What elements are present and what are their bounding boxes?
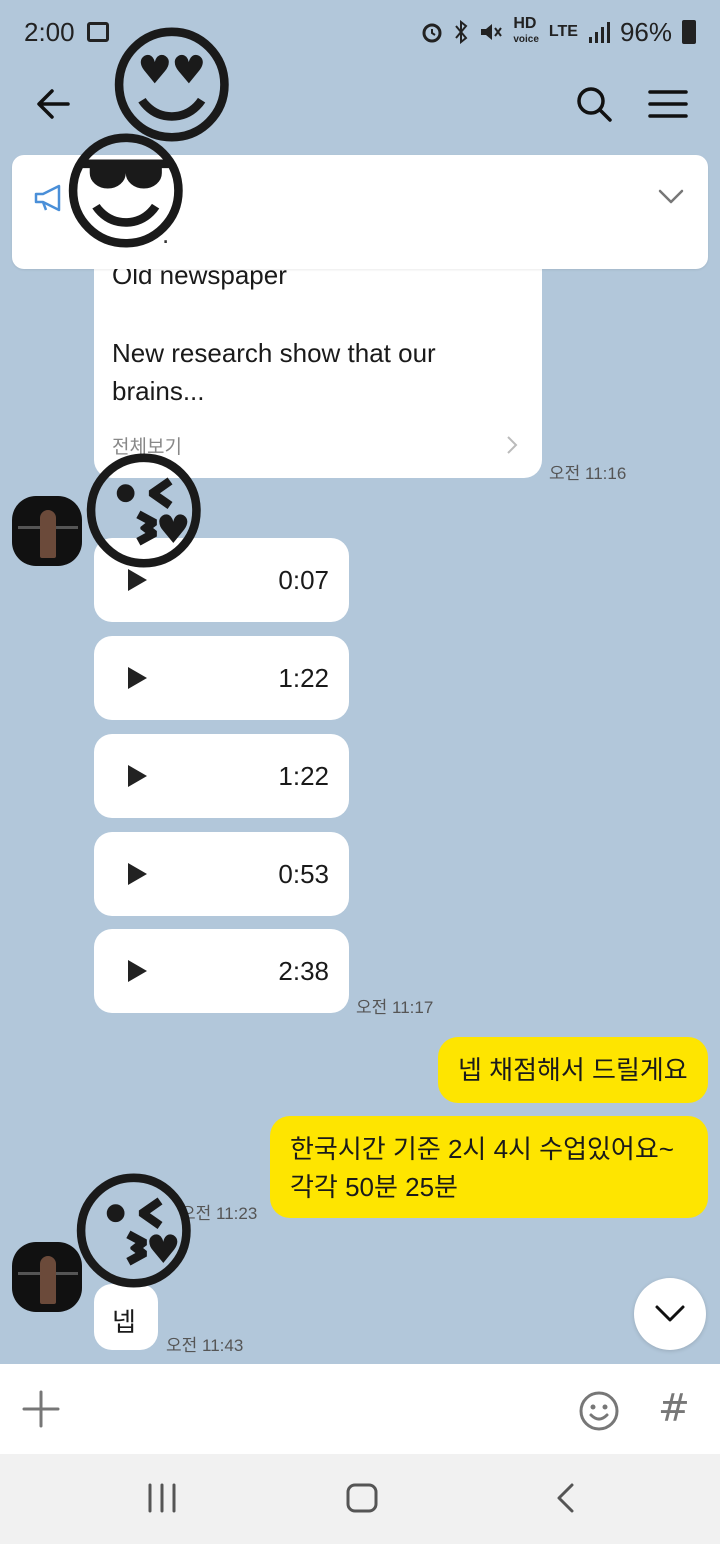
hashtag-search-button[interactable]: # — [658, 1386, 690, 1430]
sunglasses-emoji: 😎 — [58, 117, 194, 269]
play-icon[interactable] — [126, 959, 148, 983]
voice-duration: 1:22 — [278, 761, 329, 791]
chevron-down-icon[interactable] — [656, 185, 686, 209]
voice-text: voice — [513, 34, 539, 45]
voice-message[interactable]: 2:38 — [94, 929, 349, 1013]
voice-message[interactable]: 1:22 — [94, 734, 349, 818]
voice-message[interactable]: 0:53 — [94, 832, 349, 916]
my-message-line: 각각 50분 25분 — [290, 1172, 458, 1202]
back-icon[interactable] — [550, 1482, 582, 1514]
search-icon[interactable] — [572, 82, 616, 126]
play-icon[interactable] — [126, 862, 148, 886]
avatar[interactable] — [12, 496, 82, 566]
hd-voice-label: HD voice — [513, 15, 539, 47]
hd-text: HD — [513, 15, 537, 32]
message-time: 오전 11:17 — [356, 998, 434, 1017]
chevron-down-icon — [655, 1305, 685, 1322]
my-message-bubble[interactable]: 한국시간 기준 2시 4시 수업있어요~ 각각 50분 25분 — [270, 1116, 708, 1218]
menu-icon[interactable] — [646, 82, 690, 126]
other-message-text: 넵 — [112, 1307, 136, 1337]
voice-duration: 2:38 — [278, 956, 329, 986]
voice-message[interactable]: 1:22 — [94, 636, 349, 720]
system-nav-bar — [0, 1454, 720, 1544]
battery-percent: 96% — [619, 16, 672, 47]
chevron-right-icon — [507, 436, 518, 454]
voice-duration: 1:22 — [278, 663, 329, 693]
message-time: 오전 11:16 — [549, 464, 627, 483]
recent-apps-icon[interactable] — [146, 1482, 178, 1514]
voice-duration: 0:07 — [278, 565, 329, 595]
card-body: New research show that our brains... — [112, 338, 436, 406]
kiss-emoji: 😘 — [66, 1157, 202, 1309]
emoticon-icon[interactable] — [578, 1390, 620, 1432]
alarm-icon — [422, 23, 442, 43]
lte-label: LTE — [548, 23, 578, 40]
status-time: 2:00 — [24, 16, 75, 47]
my-message-line: 한국시간 기준 2시 4시 수업있어요~ — [290, 1134, 674, 1164]
play-icon[interactable] — [126, 666, 148, 690]
my-message-text: 넵 채점해서 드릴게요 — [458, 1055, 688, 1085]
avatar-photo-figure — [40, 510, 56, 558]
message-input-bar: # — [0, 1364, 720, 1454]
mute-icon — [481, 24, 503, 40]
home-icon[interactable] — [346, 1482, 378, 1514]
signal-icon — [588, 22, 610, 43]
message-time: 오전 11:43 — [166, 1336, 244, 1355]
scroll-to-bottom-button[interactable] — [634, 1278, 706, 1350]
play-icon[interactable] — [126, 764, 148, 788]
voice-duration: 0:53 — [278, 859, 329, 889]
my-message-bubble[interactable]: 넵 채점해서 드릴게요 — [438, 1037, 708, 1103]
status-icons: HD voice LTE 96% — [421, 15, 696, 48]
plus-icon[interactable] — [22, 1390, 60, 1428]
kiss-emoji: 😘 — [76, 437, 212, 589]
bluetooth-icon — [455, 20, 468, 44]
avatar-photo-figure — [40, 1256, 56, 1304]
battery-icon — [682, 20, 696, 44]
